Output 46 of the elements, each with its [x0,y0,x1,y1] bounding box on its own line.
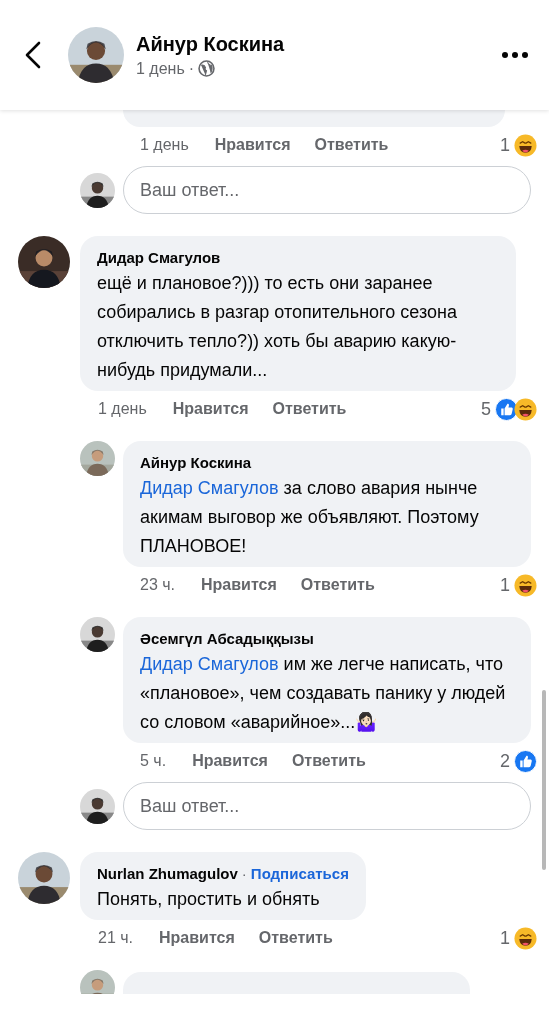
mention-link[interactable]: Дидар Смагулов [140,654,279,674]
scrollbar[interactable] [542,690,546,870]
comment-text: ещё и плановое?))) то есть они заранее собирались в разгар отопительного сезона отключить тепло?)) хоть бы аварию какую-нибудь придумали... [97,272,458,382]
timestamp: 21 ч. [98,929,134,947]
laughing-face-icon [514,573,537,597]
author-name[interactable]: Айнур Коскина [136,32,501,56]
laughing-face-icon [514,926,537,950]
author-name[interactable]: Әсемгүл Абсадыққызы [140,628,314,650]
more-options-icon[interactable] [501,51,529,59]
like-icon [495,397,518,421]
comment-text: Дидар Смагулов им же легче написать, что «плановое», чем создавать панику у людей со словом «аварийное»...🤷🏻‍♀ [140,653,507,734]
timestamp: 1 день [136,59,185,78]
like-button[interactable]: Нравится [201,576,277,594]
reply-button[interactable]: Ответить [272,400,347,418]
timestamp: 1 день [140,136,189,154]
laughing-face-icon [514,397,537,421]
author-name[interactable]: Дидар Смагулов [97,247,221,269]
separator-dot: · [188,59,195,78]
reaction-count: 5 [481,398,491,420]
reply-button[interactable]: Ответить [258,929,333,947]
like-button[interactable]: Нравится [192,752,268,770]
laughing-face-icon [514,133,537,157]
like-button[interactable]: Нравится [159,929,235,947]
reaction-count: 2 [500,750,510,772]
comment-text: Дидар Смагулов за слово авария нынче акимам выговор же объявляют. Поэтому ПЛАНОВОЕ! [140,477,480,558]
back-button[interactable] [24,41,42,69]
like-button[interactable]: Нравится [172,400,249,418]
mention-link[interactable]: Дидар Смагулов [140,478,279,498]
author-name[interactable]: Айнур Коскина [140,452,252,474]
timestamp: 5 ч. [140,752,167,770]
reaction-count: 1 [500,574,510,596]
reply-button[interactable]: Ответить [291,752,366,770]
reaction-count: 1 [500,134,510,156]
author-name[interactable]: Nurlan Zhumagulov [97,863,238,885]
separator-dot: · [241,864,247,884]
like-icon [514,749,537,773]
reply-button[interactable]: Ответить [314,136,389,154]
like-button[interactable]: Нравится [214,136,291,154]
timestamp: 1 день [98,400,147,418]
reply-input-field[interactable]: Ваш ответ... [123,166,531,214]
timestamp: 23 ч. [140,576,176,594]
reply-button[interactable]: Ответить [300,576,375,594]
follow-link[interactable]: Подписаться [250,863,349,885]
reaction-count: 1 [500,927,510,949]
comment-text: Понять, простить и обнять [97,888,321,911]
reply-input-field[interactable]: Ваш ответ... [123,782,531,830]
